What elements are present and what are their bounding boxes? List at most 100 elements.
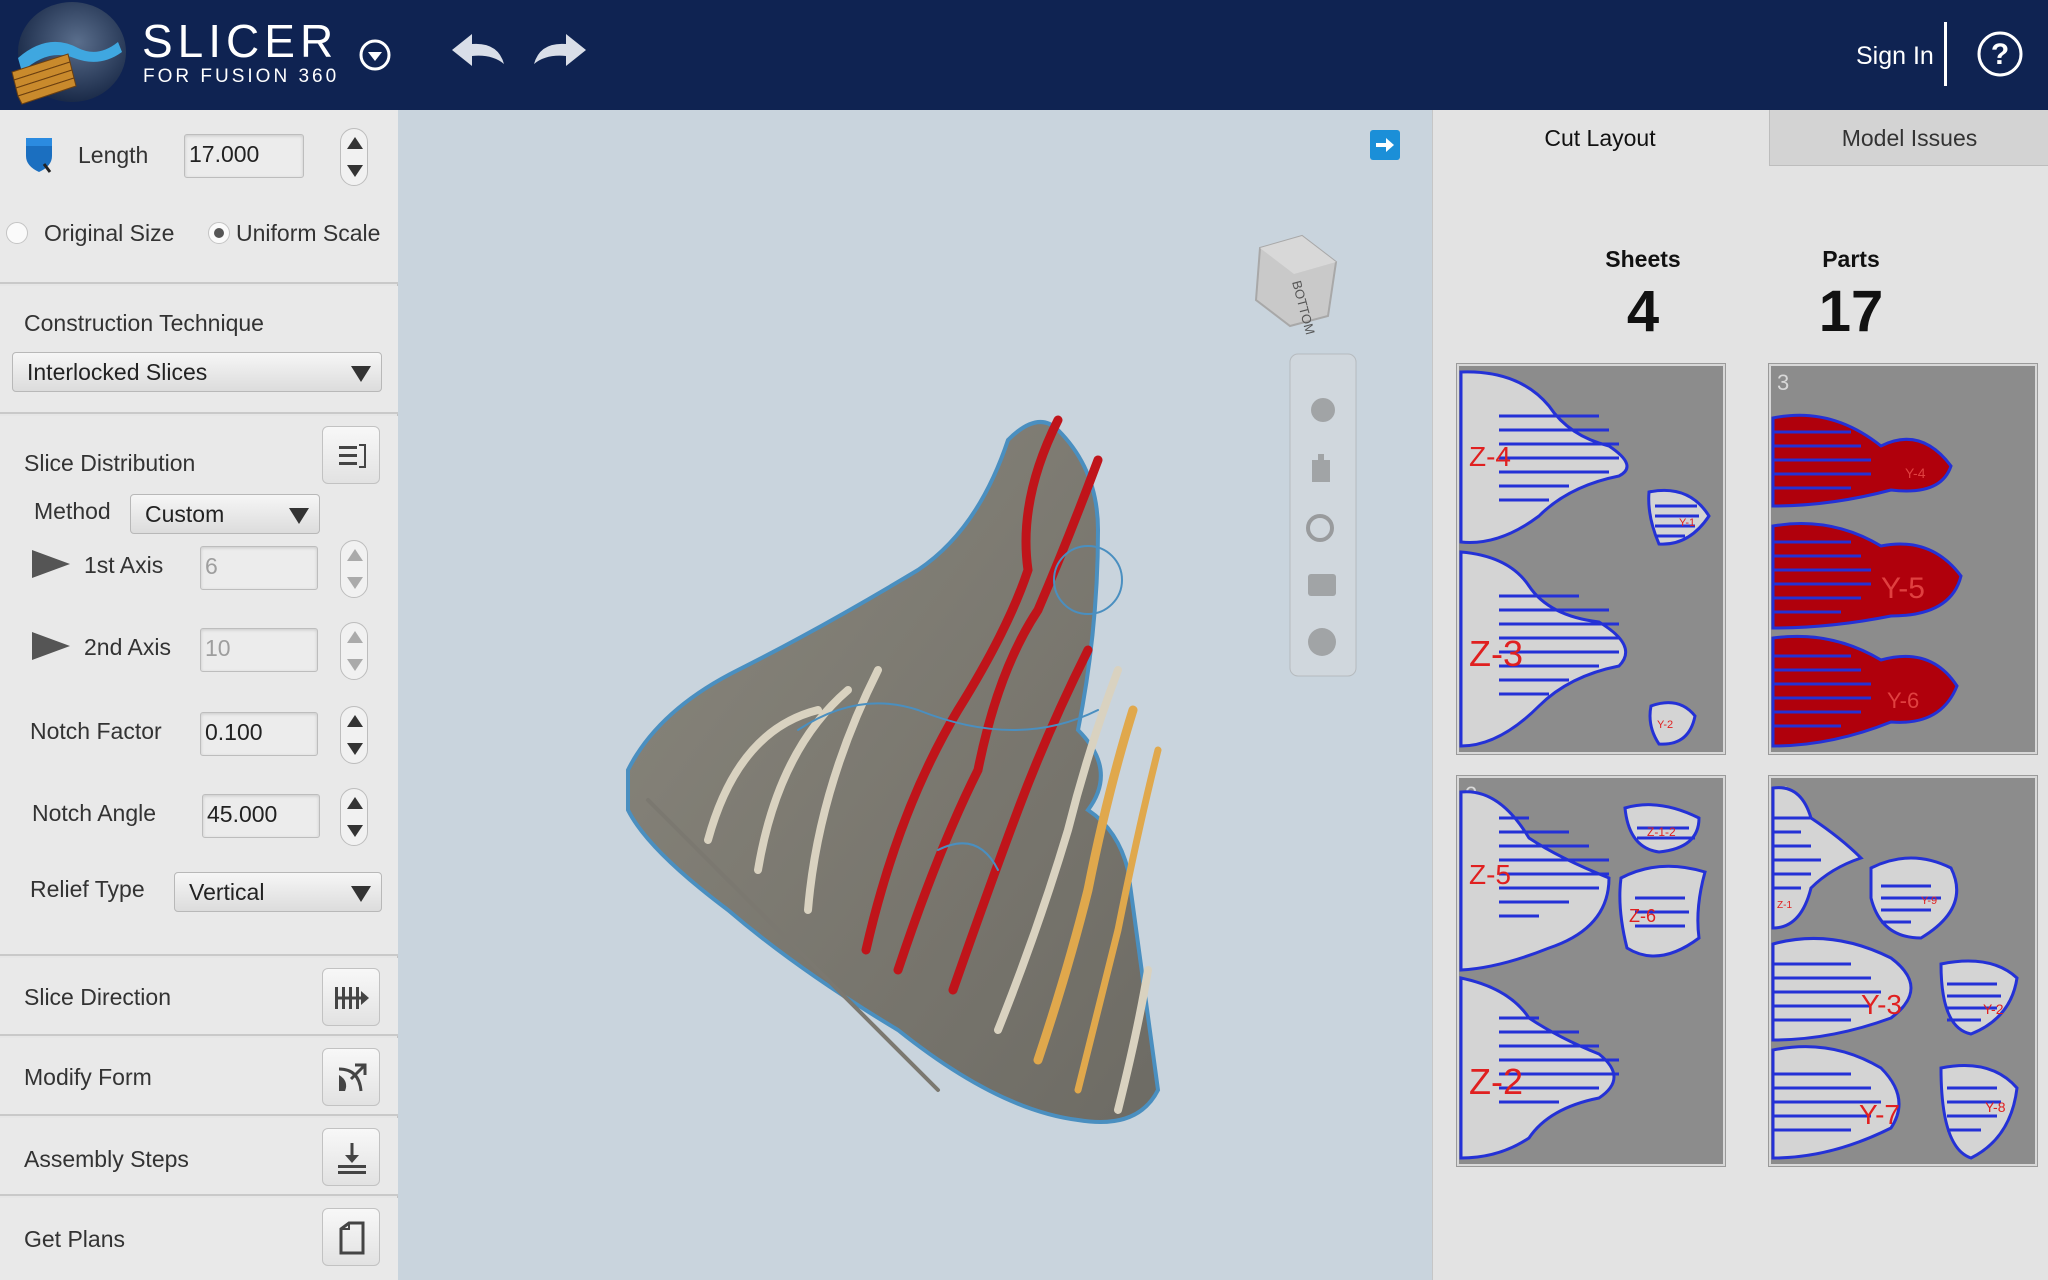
- slice-direction-section[interactable]: Slice Direction: [0, 958, 398, 1036]
- chevron-down-circle-icon[interactable]: [358, 38, 392, 72]
- slice-direction-button[interactable]: [322, 968, 380, 1026]
- get-plans-icon: [339, 1221, 365, 1255]
- orbit-icon[interactable]: [1311, 398, 1335, 422]
- part-label: Y-2: [1983, 1001, 2004, 1017]
- part-label: Y-7: [1859, 1099, 1900, 1130]
- method-value: Custom: [145, 501, 225, 527]
- tab-model-issues[interactable]: Model Issues: [1769, 110, 2048, 166]
- sheets-count: 4: [1626, 279, 1660, 344]
- arrow-right-icon[interactable]: [1370, 130, 1400, 160]
- part-label: Z-1-2: [1647, 825, 1676, 839]
- modify-form-label: Modify Form: [24, 1064, 152, 1090]
- slice-distribution-title: Slice Distribution: [24, 450, 196, 476]
- part-label: Z-6: [1629, 906, 1656, 926]
- part-label: Y-3: [1861, 989, 1902, 1020]
- construction-section: Construction Technique Interlocked Slice…: [0, 286, 398, 414]
- get-plans-label: Get Plans: [24, 1226, 125, 1252]
- size-section: Length 17.000 Original Size Uniform Scal…: [0, 110, 398, 284]
- notch-factor-input[interactable]: 0.100: [200, 712, 318, 756]
- chevron-down-icon: [351, 366, 371, 382]
- sheet-thumbnail[interactable]: 4 Z-1 Y-9 Y-3 Y-2: [1768, 775, 2038, 1167]
- chevron-down-icon: [289, 508, 309, 524]
- sheet-parts-drawing: Z-1 Y-9 Y-3 Y-2 Y-7 Y-8: [1771, 786, 2019, 1160]
- undo-icon[interactable]: [448, 30, 508, 74]
- relief-type-value: Vertical: [189, 879, 265, 905]
- original-size-radio[interactable]: [6, 222, 28, 244]
- axis1-triangle-icon: [32, 550, 70, 578]
- tab-cut-layout[interactable]: Cut Layout: [1433, 110, 1767, 166]
- slice-direction-label: Slice Direction: [24, 984, 171, 1010]
- sheet-parts-drawing: Y-4 Y-5 Y-6: [1771, 413, 1963, 748]
- part-label: Z-5: [1469, 859, 1511, 890]
- parts-count: 17: [1818, 279, 1884, 344]
- notch-factor-label: Notch Factor: [30, 718, 162, 744]
- part-label: Y-1: [1679, 517, 1695, 529]
- part-label: Y-2: [1657, 719, 1673, 731]
- method-label: Method: [34, 498, 111, 524]
- part-label: Y-8: [1985, 1099, 2006, 1115]
- view-cube[interactable]: BOTTOM: [1254, 234, 1338, 336]
- axis2-stepper[interactable]: [340, 622, 368, 680]
- svg-text:?: ?: [1991, 38, 2009, 71]
- parts-label: Parts: [1822, 246, 1880, 272]
- get-plans-section[interactable]: Get Plans: [0, 1198, 398, 1280]
- axis2-triangle-icon: [32, 632, 70, 660]
- redo-icon[interactable]: [530, 30, 590, 74]
- length-shield-icon: [26, 138, 52, 173]
- help-circle-icon[interactable]: ?: [1976, 30, 2024, 78]
- display-icon[interactable]: [1308, 628, 1336, 656]
- sheet-thumbnail[interactable]: 1 Z-4 Y-1 Z-3 Y-2: [1456, 363, 1726, 755]
- sign-in-link[interactable]: Sign In: [1856, 42, 1934, 71]
- sheet-thumbnail[interactable]: 2 Z-5 Z-1-2 Z-6 Z-2: [1456, 775, 1726, 1167]
- modify-form-button[interactable]: [322, 1048, 380, 1106]
- cut-layout-panel: Cut Layout Model Issues Sheets 4 Parts 1…: [1432, 110, 2048, 1280]
- top-bar: SLICER FOR FUSION 360 Sign In ?: [0, 0, 2048, 110]
- relief-type-dropdown[interactable]: Vertical: [174, 872, 382, 912]
- notch-angle-input[interactable]: 45.000: [202, 794, 320, 838]
- part-label: Z-4: [1469, 441, 1511, 472]
- model-viewport[interactable]: BOTTOM: [398, 110, 1432, 1280]
- distribution-list-icon: [339, 444, 366, 468]
- uniform-scale-radio[interactable]: [208, 222, 230, 244]
- notch-factor-stepper[interactable]: [340, 706, 368, 764]
- settings-panel: Length 17.000 Original Size Uniform Scal…: [0, 110, 398, 1280]
- construction-technique-dropdown[interactable]: Interlocked Slices: [12, 352, 382, 392]
- relief-type-label: Relief Type: [30, 876, 145, 902]
- part-label: Y-6: [1887, 688, 1919, 713]
- fit-icon[interactable]: [1308, 574, 1336, 596]
- part-label: Y-5: [1881, 572, 1925, 605]
- part-label: Z-2: [1469, 1061, 1523, 1102]
- header-divider: [1944, 22, 1947, 86]
- sheet-parts-drawing: Z-5 Z-1-2 Z-6 Z-2: [1459, 790, 1707, 1160]
- modify-form-icon: [338, 1063, 367, 1092]
- part-label: Y-9: [1921, 895, 1937, 907]
- sheet-thumbnail[interactable]: 3 Y-4 Y-5 Y-6: [1768, 363, 2038, 755]
- slice-distribution-section: Slice Distribution Method Custom 1st Axi…: [0, 416, 398, 956]
- brand-subtitle: FOR FUSION 360: [143, 66, 340, 87]
- axis1-label: 1st Axis: [84, 552, 164, 578]
- axis1-stepper[interactable]: [340, 540, 368, 598]
- part-label: Z-1: [1777, 900, 1792, 911]
- axis2-label: 2nd Axis: [84, 634, 171, 660]
- construction-technique-title: Construction Technique: [24, 310, 264, 336]
- assembly-steps-button[interactable]: [322, 1128, 380, 1186]
- brand-title: SLICER: [142, 15, 339, 67]
- length-label: Length: [78, 142, 149, 168]
- sheets-label: Sheets: [1605, 246, 1681, 272]
- construction-technique-value: Interlocked Slices: [27, 359, 208, 385]
- assembly-steps-label: Assembly Steps: [24, 1146, 189, 1172]
- part-label: Z-3: [1469, 633, 1523, 674]
- modify-form-section[interactable]: Modify Form: [0, 1038, 398, 1116]
- method-dropdown[interactable]: Custom: [130, 494, 320, 534]
- length-stepper[interactable]: [340, 128, 368, 186]
- notch-angle-stepper[interactable]: [340, 788, 368, 846]
- length-input[interactable]: 17.000: [184, 134, 304, 178]
- get-plans-button[interactable]: [322, 1208, 380, 1266]
- slice-distribution-button[interactable]: [322, 426, 380, 484]
- axis1-input[interactable]: 6: [200, 546, 318, 590]
- slice-direction-icon: [335, 987, 369, 1009]
- part-label: Y-4: [1905, 465, 1926, 481]
- axis2-input[interactable]: 10: [200, 628, 318, 672]
- uniform-scale-label: Uniform Scale: [236, 220, 381, 246]
- assembly-steps-section[interactable]: Assembly Steps: [0, 1118, 398, 1196]
